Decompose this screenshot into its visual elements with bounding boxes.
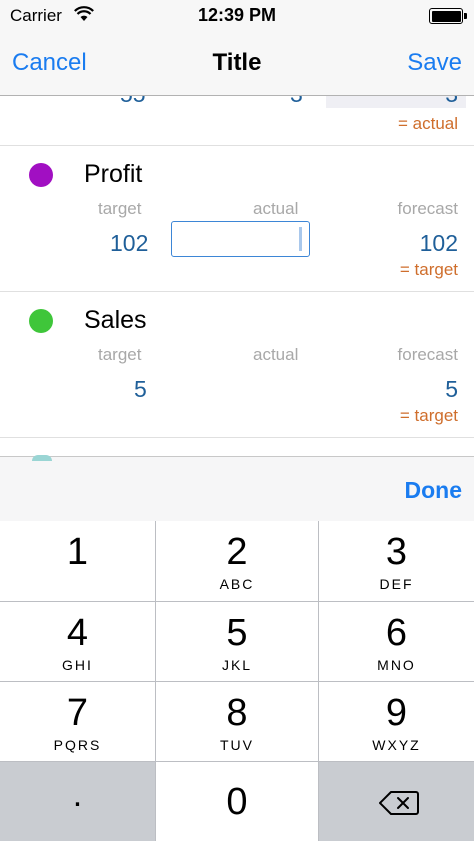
forecast-note: = actual	[397, 114, 458, 133]
forecast-label: forecast	[397, 345, 458, 364]
backspace-key[interactable]	[319, 762, 474, 841]
next-row-color-dot	[32, 455, 52, 461]
actual-label: actual	[253, 199, 299, 218]
backspace-icon	[379, 791, 419, 815]
target-value[interactable]: 5	[134, 376, 147, 403]
forecast-value[interactable]: 3	[445, 96, 458, 108]
navigation-bar: Cancel Title Save	[0, 33, 474, 96]
key-8[interactable]: 8 TUV	[156, 682, 318, 761]
metrics-list[interactable]: 55 3 3 = actual Profit target actual for…	[0, 96, 474, 456]
target-value[interactable]: 102	[110, 230, 148, 257]
key-3[interactable]: 3 DEF	[319, 521, 474, 601]
profit-color-dot	[29, 163, 53, 187]
key-7[interactable]: 7 PQRS	[0, 682, 155, 761]
row-name: Sales	[84, 306, 147, 334]
actual-value[interactable]: 3	[290, 96, 303, 108]
forecast-note: = target	[399, 260, 458, 279]
key-6[interactable]: 6 MNO	[319, 602, 474, 681]
forecast-label: forecast	[397, 199, 458, 218]
forecast-value[interactable]: 5	[445, 376, 458, 403]
key-4[interactable]: 4 GHI	[0, 602, 155, 681]
actual-label: actual	[253, 345, 299, 364]
battery-icon	[429, 8, 467, 24]
list-item[interactable]: 55 3 3 = actual	[0, 96, 474, 146]
list-item-profit[interactable]: Profit target actual forecast 102 102 = …	[0, 146, 474, 292]
key-5[interactable]: 5 JKL	[156, 602, 318, 681]
number-keypad: 1 2 ABC 3 DEF 4 GHI 5 JKL 6 MNO 7 PQRS 8…	[0, 521, 474, 841]
list-item-sales[interactable]: Sales target actual forecast 5 5 = targe…	[0, 292, 474, 438]
keyboard-toolbar: Done	[0, 455, 474, 521]
text-cursor	[299, 227, 302, 251]
key-2[interactable]: 2 ABC	[156, 521, 318, 601]
forecast-value[interactable]: 102	[420, 230, 458, 257]
key-1[interactable]: 1	[0, 521, 155, 601]
row-name: Profit	[84, 160, 143, 188]
forecast-note: = target	[399, 406, 458, 425]
key-9[interactable]: 9 WXYZ	[319, 682, 474, 761]
key-0[interactable]: 0	[156, 762, 318, 841]
key-decimal[interactable]: .	[0, 762, 155, 841]
sales-color-dot	[29, 309, 53, 333]
done-button[interactable]: Done	[405, 477, 463, 504]
target-value[interactable]: 55	[120, 96, 146, 108]
target-label: target	[98, 345, 142, 364]
save-button[interactable]: Save	[407, 49, 462, 77]
page-title: Title	[212, 49, 262, 76]
actual-input[interactable]	[171, 221, 310, 257]
status-bar: Carrier 12:39 PM	[0, 0, 474, 33]
target-label: target	[98, 199, 142, 218]
status-time: 12:39 PM	[197, 5, 277, 25]
